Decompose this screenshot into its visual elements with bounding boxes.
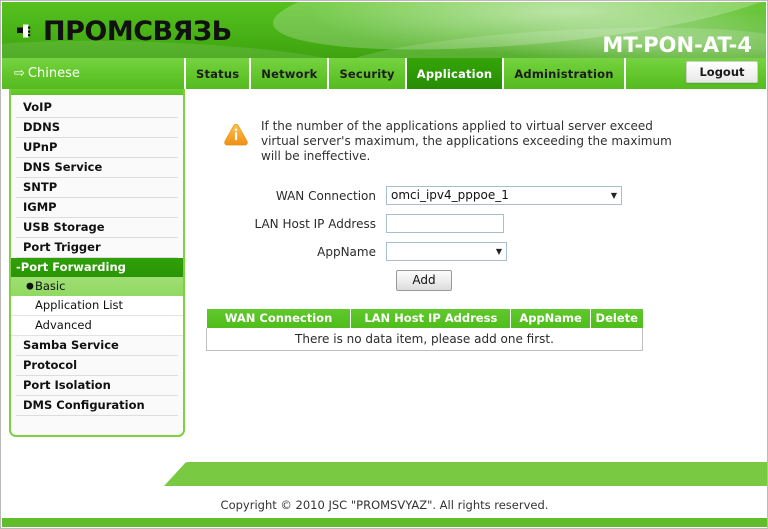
col-lan-host-ip: LAN Host IP Address bbox=[350, 309, 512, 328]
footer-bottom-bar bbox=[2, 518, 767, 527]
sidebar-item-label: VoIP bbox=[23, 100, 52, 114]
arrow-right-icon: ⇨ bbox=[14, 66, 25, 81]
sidebar-item-port-trigger[interactable]: Port Trigger bbox=[16, 238, 178, 258]
sidebar-submenu-port-forwarding: ● Basic Application List Advanced bbox=[11, 277, 183, 336]
page-header: ПРОМСВЯЗЬ MT-PON-AT-4 bbox=[2, 2, 766, 58]
wan-connection-selected-value: omci_ipv4_pppoe_1 bbox=[391, 188, 509, 202]
table-empty-message: There is no data item, please add one fi… bbox=[206, 328, 643, 351]
sidebar-item-label: DDNS bbox=[23, 120, 60, 134]
lan-host-ip-input[interactable] bbox=[386, 214, 504, 233]
footer-band-main bbox=[165, 462, 767, 486]
language-switch-label: Chinese bbox=[27, 66, 80, 81]
footer-band bbox=[1, 462, 767, 486]
tab-network-label: Network bbox=[261, 66, 318, 81]
sidebar-subitem-label: Advanced bbox=[35, 318, 92, 332]
tab-administration-label: Administration bbox=[514, 66, 614, 81]
sidebar-item-port-forwarding[interactable]: -Port Forwarding bbox=[11, 258, 183, 277]
notice-text: If the number of the applications applie… bbox=[261, 119, 672, 163]
sidebar-item-igmp[interactable]: IGMP bbox=[16, 198, 178, 218]
tab-security[interactable]: Security bbox=[329, 58, 407, 89]
table-body: There is no data item, please add one fi… bbox=[206, 328, 643, 351]
copyright-text: Copyright © 2010 JSC "PROMSVYAZ". All ri… bbox=[220, 498, 549, 512]
chevron-down-icon: ▼ bbox=[495, 246, 502, 256]
lan-host-ip-label: LAN Host IP Address bbox=[254, 216, 376, 231]
language-switch-chinese[interactable]: ⇨ Chinese bbox=[2, 58, 186, 89]
form-actions-spacer bbox=[191, 270, 386, 291]
notice-banner: If the number of the applications applie… bbox=[223, 119, 693, 164]
wan-connection-select[interactable]: omci_ipv4_pppoe_1 ▼ bbox=[386, 186, 622, 205]
sidebar-item-label: -Port Forwarding bbox=[16, 260, 126, 274]
device-model: MT-PON-AT-4 bbox=[602, 33, 752, 57]
sidebar-item-label: Protocol bbox=[23, 358, 78, 372]
bullet-icon: ● bbox=[26, 281, 34, 291]
wan-connection-label: WAN Connection bbox=[275, 188, 376, 203]
tab-administration[interactable]: Administration bbox=[504, 58, 626, 89]
form-row-appname: AppName ▼ bbox=[191, 242, 757, 261]
sidebar-item-label: DMS Configuration bbox=[23, 398, 145, 412]
col-delete: Delete bbox=[590, 309, 643, 328]
main-content: If the number of the applications applie… bbox=[191, 93, 757, 437]
sidebar-item-label: Port Isolation bbox=[23, 378, 111, 392]
sidebar-subitem-label: Application List bbox=[35, 298, 124, 312]
sidebar-item-upnp[interactable]: UPnP bbox=[16, 138, 178, 158]
col-appname: AppName bbox=[510, 309, 591, 328]
table-row-empty: There is no data item, please add one fi… bbox=[206, 328, 643, 351]
tab-status-label: Status bbox=[196, 66, 240, 81]
chevron-down-icon: ▼ bbox=[610, 190, 617, 200]
appname-select[interactable]: ▼ bbox=[386, 242, 507, 261]
sidebar-item-dms-configuration[interactable]: DMS Configuration bbox=[16, 396, 178, 416]
sidebar-item-label: UPnP bbox=[23, 140, 58, 154]
sidebar-subitem-label: Basic bbox=[35, 279, 66, 293]
sidebar-menu: VoIP DDNS UPnP DNS Service SNTP IGMP USB… bbox=[11, 95, 183, 416]
sidebar-subitem-basic[interactable]: ● Basic bbox=[11, 277, 183, 296]
port-forwarding-table: WAN Connection LAN Host IP Address AppNa… bbox=[206, 309, 643, 351]
brand-name: ПРОМСВЯЗЬ bbox=[43, 16, 232, 47]
plug-connector-icon bbox=[16, 19, 42, 45]
nav-filler: Logout bbox=[625, 58, 766, 89]
tab-application-label: Application bbox=[416, 66, 493, 81]
appname-label: AppName bbox=[317, 244, 376, 259]
brand-logo: ПРОМСВЯЗЬ bbox=[16, 16, 232, 48]
sidebar-item-label: Port Trigger bbox=[23, 240, 101, 254]
sidebar-item-dns-service[interactable]: DNS Service bbox=[16, 158, 178, 178]
sidebar-item-label: USB Storage bbox=[23, 220, 105, 234]
sidebar-subitem-application-list[interactable]: Application List bbox=[11, 296, 183, 316]
sidebar-item-protocol[interactable]: Protocol bbox=[16, 356, 178, 376]
form-row-wan-connection: WAN Connection omci_ipv4_pppoe_1 ▼ bbox=[191, 186, 757, 205]
tab-network[interactable]: Network bbox=[251, 58, 330, 89]
sidebar-item-label: DNS Service bbox=[23, 160, 103, 174]
main-navigation: ⇨ Chinese Status Network Security Applic… bbox=[2, 58, 766, 89]
add-button[interactable]: Add bbox=[396, 270, 452, 291]
logout-button-label: Logout bbox=[699, 65, 745, 79]
table-header-row: WAN Connection LAN Host IP Address AppNa… bbox=[206, 309, 643, 328]
tab-status[interactable]: Status bbox=[186, 58, 252, 89]
port-forwarding-form: WAN Connection omci_ipv4_pppoe_1 ▼ LAN H… bbox=[191, 186, 757, 291]
sidebar-item-port-isolation[interactable]: Port Isolation bbox=[16, 376, 178, 396]
col-wan-connection: WAN Connection bbox=[206, 309, 352, 328]
tab-application[interactable]: Application bbox=[406, 58, 505, 89]
nav-tabs: Status Network Security Application Admi… bbox=[186, 58, 626, 89]
warning-triangle-icon bbox=[223, 122, 249, 148]
sidebar-item-label: Samba Service bbox=[23, 338, 119, 352]
form-row-lan-host-ip: LAN Host IP Address bbox=[191, 214, 757, 233]
sidebar-item-samba-service[interactable]: Samba Service bbox=[16, 336, 178, 356]
sidebar-item-label: IGMP bbox=[23, 200, 57, 214]
sidebar-subitem-advanced[interactable]: Advanced bbox=[11, 316, 183, 336]
sidebar-item-label: SNTP bbox=[23, 180, 58, 194]
sidebar-item-voip[interactable]: VoIP bbox=[16, 98, 178, 118]
sidebar-item-sntp[interactable]: SNTP bbox=[16, 178, 178, 198]
sidebar-item-ddns[interactable]: DDNS bbox=[16, 118, 178, 138]
logout-button[interactable]: Logout bbox=[686, 61, 758, 83]
table-head: WAN Connection LAN Host IP Address AppNa… bbox=[206, 309, 643, 328]
sidebar-item-usb-storage[interactable]: USB Storage bbox=[16, 218, 178, 238]
tab-security-label: Security bbox=[339, 66, 395, 81]
router-admin-page: ПРОМСВЯЗЬ MT-PON-AT-4 ⇨ Chinese Status N… bbox=[0, 0, 768, 529]
form-actions: Add bbox=[191, 270, 757, 291]
sidebar: VoIP DDNS UPnP DNS Service SNTP IGMP USB… bbox=[9, 89, 185, 437]
